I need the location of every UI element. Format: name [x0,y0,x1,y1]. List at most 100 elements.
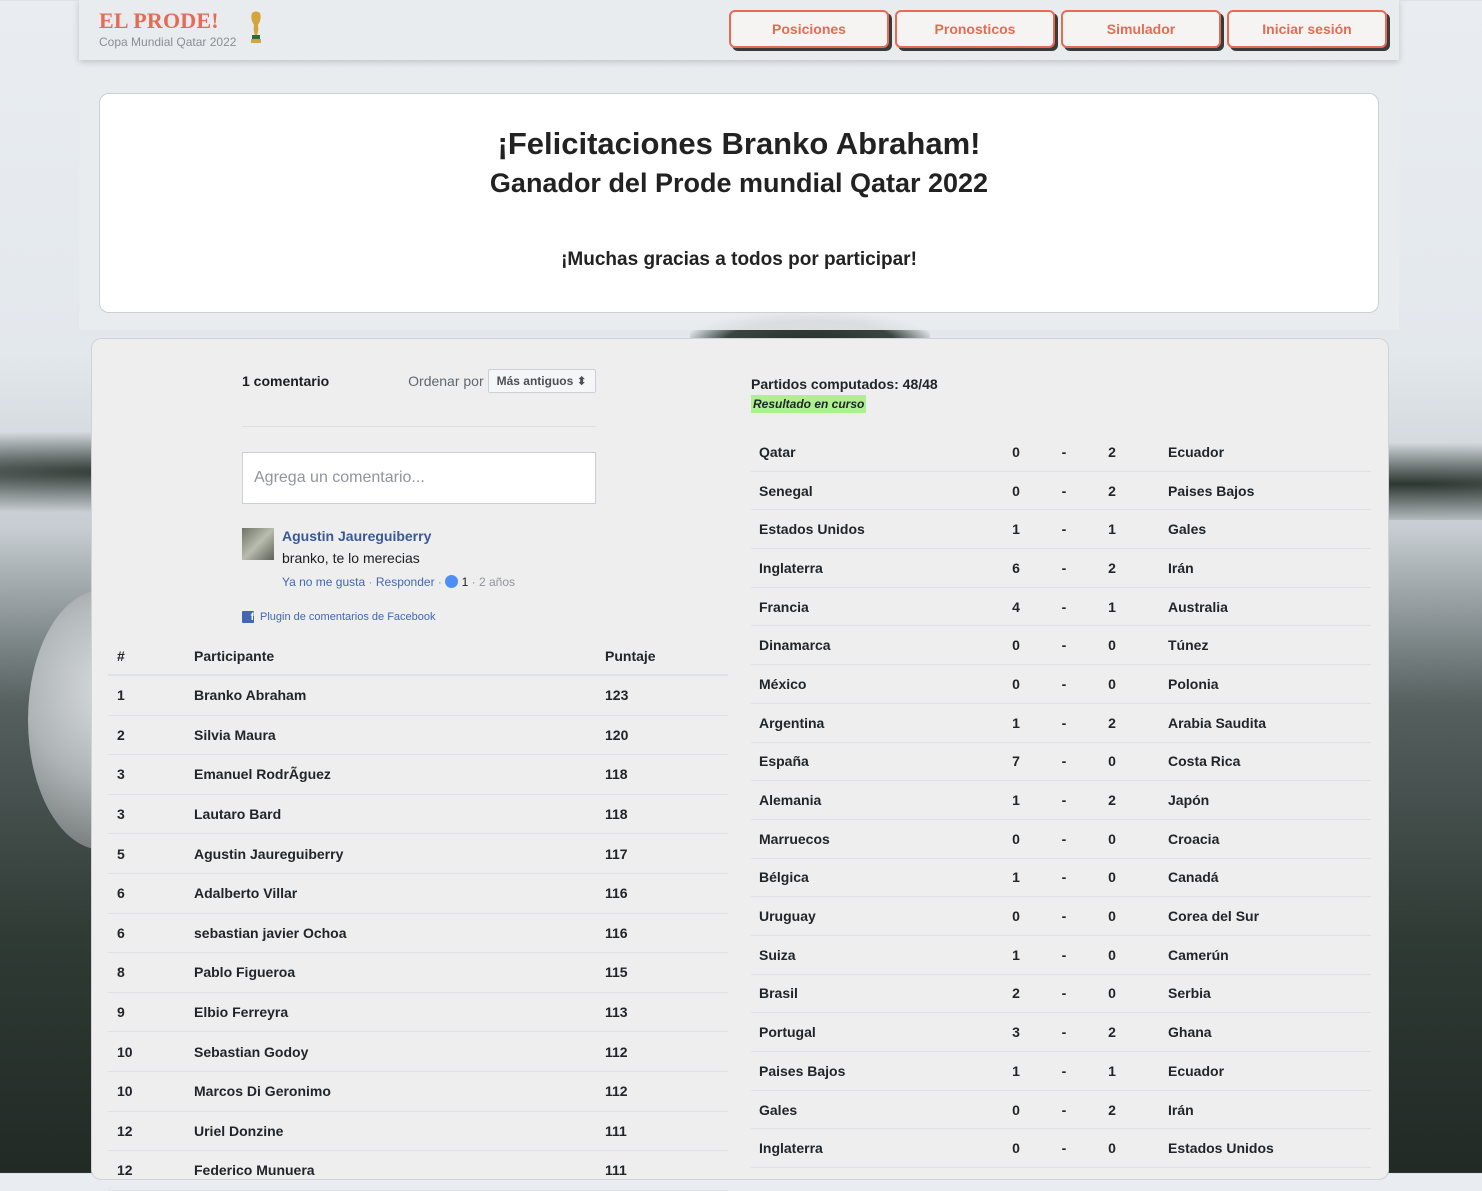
status-badge: Resultado en curso [751,395,867,413]
reply-link[interactable]: Responder [376,575,435,589]
away-score: 1 [1088,509,1136,550]
away-team: Estados Unidos [1136,1128,1371,1169]
match-row: Dinamarca 0-0 Túnez [751,625,1371,666]
away-team: Irán [1136,1090,1371,1130]
winner-title: ¡Felicitaciones Branko Abraham! [497,126,981,161]
top-navbar: EL PRODE! Copa Mundial Qatar 2022 Posici… [79,0,1399,60]
participant-cell: Pablo Figueroa [194,952,605,993]
score-separator: - [1040,664,1088,704]
score-separator: - [1040,858,1088,898]
comment-author-link[interactable]: Agustin Jaureguiberry [282,528,515,544]
table-row: 1 Branko Abraham 123 [108,675,728,716]
match-row: México 0-0 Polonia [751,664,1371,704]
score-separator: - [1040,433,1088,472]
participant-cell: Silvia Maura [194,715,605,756]
nav-pronosticos-button[interactable]: Pronosticos [895,10,1055,48]
participant-cell: Uriel Donzine [194,1111,605,1152]
matches-table: Qatar 0-2 Ecuador Senegal 0-2 Paises Bajos Est… [751,433,1371,1169]
rank-cell: 8 [108,952,194,993]
away-team: Arabia Saudita [1136,703,1371,743]
score-cell: 117 [605,833,728,874]
home-score: 0 [992,625,1040,666]
home-score: 0 [992,471,1040,511]
home-team: Brasil [751,974,992,1014]
match-row: Inglaterra 0-0 Estados Unidos [751,1128,1371,1169]
score-separator: - [1040,896,1088,936]
table-row: 3 Emanuel RodrÃguez 118 [108,754,728,795]
away-team: Paises Bajos [1136,471,1371,511]
unlike-link[interactable]: Ya no me gusta [282,575,365,589]
score-separator: - [1040,1012,1088,1052]
score-cell: 116 [605,873,728,914]
home-team: Suiza [751,935,992,975]
match-row: Brasil 2-0 Serbia [751,974,1371,1014]
score-cell: 113 [605,992,728,1033]
home-team: Uruguay [751,896,992,936]
participant-cell: Agustin Jaureguiberry [194,833,605,874]
order-select[interactable]: Más antiguos ⬍ [487,369,596,393]
table-row: 8 Pablo Figueroa 115 [108,952,728,993]
home-team: Dinamarca [751,625,992,666]
score-cell: 123 [605,675,728,716]
comment-text: branko, te lo merecias [282,550,420,566]
score-cell: 115 [605,952,728,993]
rank-cell: 1 [108,675,194,716]
home-score: 1 [992,780,1040,820]
away-score: 0 [1088,625,1136,666]
score-cell: 118 [605,794,728,835]
comment-input[interactable]: Agrega un comentario... [242,452,596,504]
participant-cell: Federico Munuera [194,1150,605,1191]
score-separator: - [1040,548,1088,588]
comment-count: 1 comentario [242,373,330,389]
like-count[interactable]: 1 [462,575,469,589]
away-team: Canadá [1136,858,1371,898]
away-score: 0 [1088,1128,1136,1169]
match-row: Bélgica 1-0 Canadá [751,858,1371,898]
avatar[interactable] [242,528,274,560]
winner-subtitle: Ganador del Prode mundial Qatar 2022 [489,168,989,198]
away-team: Polonia [1136,664,1371,704]
score-cell: 111 [605,1150,728,1191]
home-score: 1 [992,1051,1040,1091]
comment-age[interactable]: 2 años [479,575,515,589]
away-score: 2 [1088,780,1136,820]
participant-cell: Marcos Di Geronimo [194,1071,605,1112]
matches-meta: Partidos computados: 48/48 Resultado en … [751,376,938,413]
home-score: 1 [992,509,1040,550]
score-separator: - [1040,935,1088,975]
score-separator: - [1040,509,1088,550]
match-rows: Qatar 0-2 Ecuador Senegal 0-2 Paises Bajos Est… [751,433,1371,1169]
home-score: 2 [992,974,1040,1014]
content-panel: 1 comentario Ordenar por Más antiguos ⬍ … [91,338,1389,1191]
home-score: 0 [992,433,1040,472]
home-score: 0 [992,1128,1040,1169]
home-team: Argentina [751,703,992,743]
home-score: 1 [992,858,1040,898]
like-thumb-icon [445,575,459,588]
home-score: 0 [992,1090,1040,1130]
score-cell: 112 [605,1071,728,1112]
home-score: 1 [992,703,1040,743]
away-score: 0 [1088,858,1136,898]
brand[interactable]: EL PRODE! Copa Mundial Qatar 2022 [99,8,236,49]
away-team: Japón [1136,780,1371,820]
match-row: Estados Unidos 1-1 Gales [751,509,1371,550]
comment-actions: Ya no me gusta · Responder · 1 · 2 años [282,575,516,589]
score-cell: 111 [605,1111,728,1152]
rank-cell: 10 [108,1071,194,1112]
home-team: Senegal [751,471,992,511]
brand-title[interactable]: EL PRODE! [99,8,236,34]
facebook-icon: f [242,611,254,623]
order-label: Ordenar por [408,373,484,389]
nav-login-button[interactable]: Iniciar sesión [1227,10,1387,48]
nav-posiciones-button[interactable]: Posiciones [729,10,889,48]
nav-simulador-button[interactable]: Simulador [1061,10,1221,48]
participant-cell: Sebastian Godoy [194,1031,605,1072]
match-row: Paises Bajos 1-1 Ecuador [751,1051,1371,1091]
away-team: Australia [1136,587,1371,627]
rank-cell: 10 [108,1031,194,1072]
match-row: Argentina 1-2 Arabia Saudita [751,703,1371,743]
facebook-plugin-link[interactable]: f Plugin de comentarios de Facebook [242,611,596,623]
home-score: 7 [992,742,1040,782]
score-separator: - [1040,1090,1088,1130]
